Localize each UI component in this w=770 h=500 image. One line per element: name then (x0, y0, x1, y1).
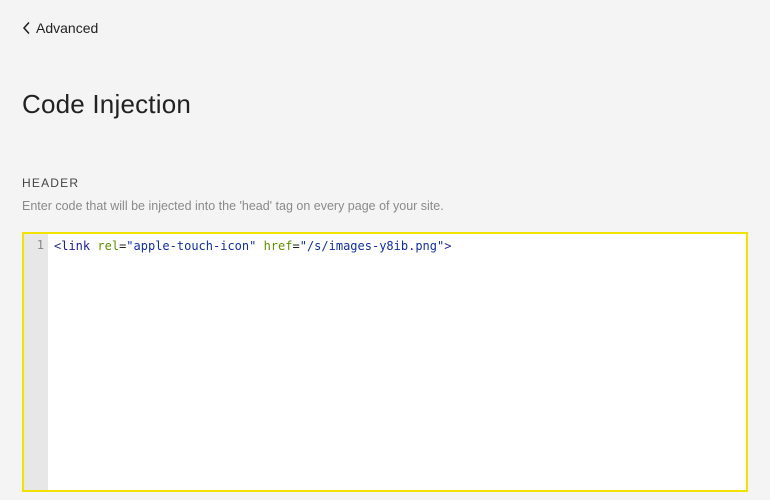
breadcrumb-label: Advanced (36, 20, 98, 36)
code-tag: link (61, 239, 90, 253)
code-attr-name: href (264, 239, 293, 253)
line-number: 1 (24, 238, 44, 252)
code-editor[interactable]: 1 <link rel="apple-touch-icon" href="/s/… (22, 232, 748, 492)
page-title: Code Injection (22, 89, 748, 120)
code-attr-value: "apple-touch-icon" (126, 239, 256, 253)
section-header-label: HEADER (22, 176, 748, 190)
code-editor-gutter: 1 (24, 234, 48, 490)
code-attr-value: "/s/images-y8ib.png" (300, 239, 445, 253)
breadcrumb-back[interactable]: Advanced (22, 20, 98, 36)
chevron-left-icon (22, 22, 30, 34)
code-attr-name: rel (97, 239, 119, 253)
section-header-description: Enter code that will be injected into th… (22, 198, 748, 216)
code-editor-textarea[interactable]: <link rel="apple-touch-icon" href="/s/im… (48, 234, 746, 490)
